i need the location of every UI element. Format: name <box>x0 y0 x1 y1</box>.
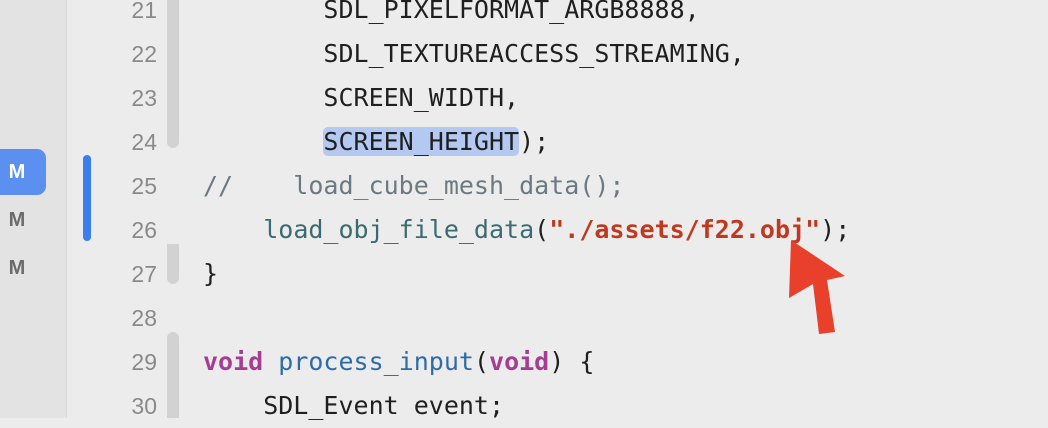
code-text[interactable]: SCREEN_WIDTH, <box>203 76 519 120</box>
line-number: 30 <box>131 393 157 419</box>
line-number: 26 <box>131 217 157 243</box>
line-number: 27 <box>131 261 157 287</box>
code-token-plain: ); <box>519 127 550 156</box>
code-token-plain: ( <box>473 347 490 376</box>
code-text[interactable]: // load_cube_mesh_data(); <box>203 164 624 208</box>
code-token-plain: SDL_Event event; <box>203 391 505 420</box>
code-token-highlight: SCREEN_HEIGHT <box>323 127 520 156</box>
code-line[interactable]: 23 SCREEN_WIDTH, <box>67 76 1048 120</box>
code-line[interactable]: 25 // load_cube_mesh_data(); <box>67 164 1048 208</box>
code-text[interactable]: SDL_Event event; <box>203 384 504 428</box>
code-text[interactable]: SDL_TEXTUREACCESS_STREAMING, <box>203 32 745 76</box>
line-number: 23 <box>131 85 157 111</box>
modified-badge-selected[interactable]: M <box>0 149 46 195</box>
line-number: 29 <box>131 349 157 375</box>
code-token-plain: ( <box>534 215 550 244</box>
code-text[interactable]: SCREEN_HEIGHT); <box>203 120 549 164</box>
line-number: 25 <box>131 173 157 199</box>
code-text[interactable]: SDL_PIXELFORMAT_ARGB8888, <box>203 0 700 32</box>
code-token-plain: SCREEN_WIDTH, <box>203 83 520 112</box>
code-token-type: process_input <box>278 347 474 376</box>
code-token-comment: // load_cube_mesh_data(); <box>203 171 625 200</box>
code-text[interactable]: load_obj_file_data("./assets/f22.obj"); <box>203 208 850 252</box>
code-token-function: load_obj_file_data <box>263 215 535 244</box>
modified-badge[interactable]: M <box>0 245 46 291</box>
code-token-keyword: void <box>489 347 550 376</box>
code-text[interactable]: void process_input(void) { <box>203 340 594 384</box>
red-pointer-arrow-icon <box>789 240 845 334</box>
line-number: 22 <box>131 41 157 67</box>
code-token-plain: SDL_PIXELFORMAT_ARGB8888, <box>203 0 700 24</box>
code-line[interactable]: 30 SDL_Event event; <box>67 384 1048 428</box>
code-line[interactable]: 21 SDL_PIXELFORMAT_ARGB8888, <box>67 0 1048 32</box>
modified-badge[interactable]: M <box>0 197 46 243</box>
code-token-plain: SDL_TEXTUREACCESS_STREAMING, <box>203 39 745 68</box>
code-token-plain: ) { <box>549 347 595 376</box>
code-token-keyword: void <box>203 347 264 376</box>
code-line[interactable]: 27} <box>67 252 1048 296</box>
code-line[interactable]: 24 SCREEN_HEIGHT); <box>67 120 1048 164</box>
line-number: 21 <box>131 0 157 23</box>
code-line[interactable]: 29 void process_input(void) { <box>67 340 1048 384</box>
line-number: 28 <box>131 305 157 331</box>
code-token-plain: } <box>203 259 219 288</box>
source-control-sidebar: M M M <box>0 0 67 418</box>
code-line[interactable]: 28 <box>67 296 1048 340</box>
code-text[interactable]: } <box>203 252 218 296</box>
code-line[interactable]: 26 load_obj_file_data("./assets/f22.obj"… <box>67 208 1048 252</box>
line-number: 24 <box>131 129 157 155</box>
code-editor[interactable]: 21 SDL_PIXELFORMAT_ARGB8888, 22 SDL_TEXTU… <box>67 0 1048 420</box>
code-line[interactable]: 22 SDL_TEXTUREACCESS_STREAMING, <box>67 32 1048 76</box>
